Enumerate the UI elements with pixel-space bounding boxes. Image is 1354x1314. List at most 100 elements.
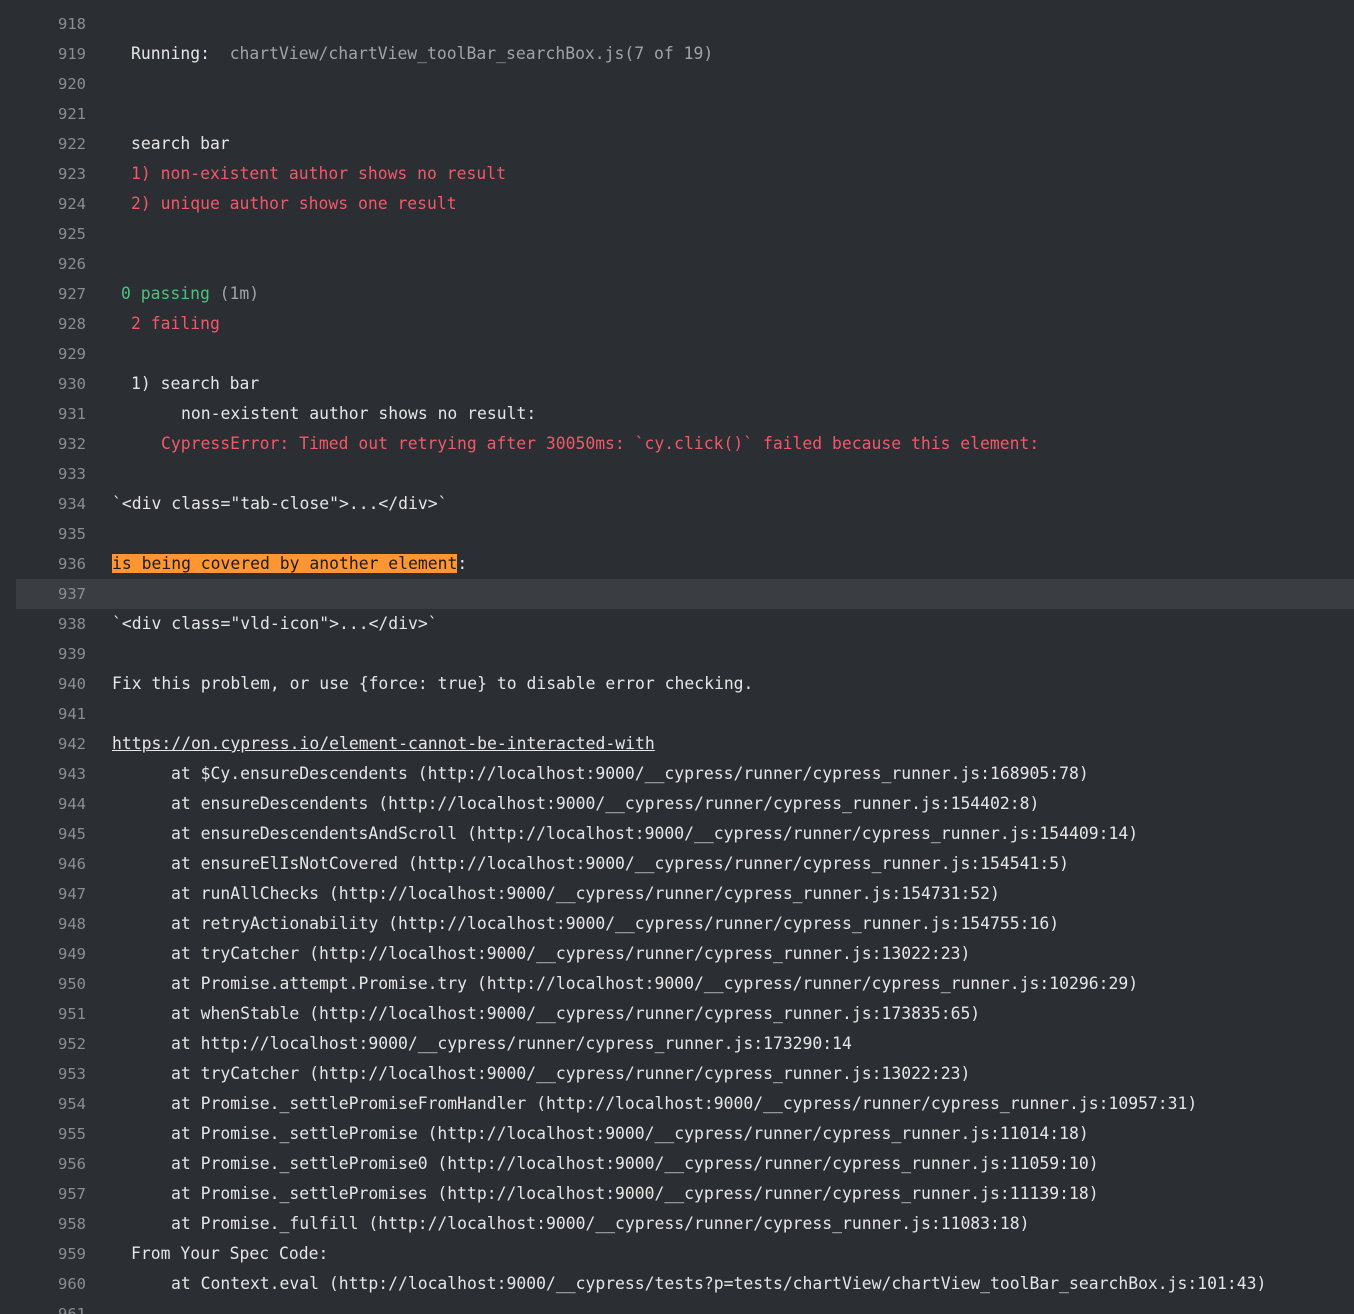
failure-header: 1) search bar [131, 374, 260, 393]
failure-test-name: non-existent author shows no result: [181, 404, 537, 423]
stack-frame: at ensureDescendentsAndScroll (http://lo… [171, 824, 1139, 843]
line-number[interactable]: 945 [58, 819, 94, 849]
log-line: 946 at ensureElIsNotCovered (http://local… [0, 849, 1354, 879]
line-number[interactable]: 953 [58, 1059, 94, 1089]
log-line: 936 is being covered by another element: [0, 549, 1354, 579]
log-line: 956 at Promise._settlePromise0 (http://lo… [0, 1149, 1354, 1179]
line-number[interactable]: 948 [58, 909, 94, 939]
line-number[interactable]: 924 [58, 189, 94, 219]
log-line: 955 at Promise._settlePromise (http://loc… [0, 1119, 1354, 1149]
line-number[interactable]: 944 [58, 789, 94, 819]
line-text: Fix this problem, or use {force: true} t… [112, 674, 754, 693]
line-text: `<div class="vld-icon">...</div>` [112, 614, 438, 633]
line-number[interactable]: 960 [58, 1269, 94, 1299]
failed-test-title: 2) unique author shows one result [131, 194, 457, 213]
line-number[interactable]: 946 [58, 849, 94, 879]
failed-test-title: 1) non-existent author shows no result [131, 164, 506, 183]
passing-duration: (1m) [209, 284, 260, 303]
line-number[interactable]: 941 [58, 699, 94, 729]
log-line: 945 at ensureDescendentsAndScroll (http:/… [0, 819, 1354, 849]
line-number[interactable]: 918 [58, 9, 94, 39]
line-number[interactable]: 938 [58, 609, 94, 639]
docs-link[interactable]: https://on.cypress.io/element-cannot-be-… [112, 729, 655, 759]
error-message: CypressError: Timed out retrying after 3… [161, 434, 1040, 453]
line-number[interactable]: 934 [58, 489, 94, 519]
line-number[interactable]: 921 [58, 99, 94, 129]
log-line: 944 at ensureDescendents (http://localhos… [0, 789, 1354, 819]
line-number[interactable]: 927 [58, 279, 94, 309]
log-line: 954 at Promise._settlePromiseFromHandler … [0, 1089, 1354, 1119]
stack-frame: at Promise._settlePromises (http://local… [171, 1184, 1099, 1203]
stack-frame: at Promise._fulfill (http://localhost:90… [171, 1214, 1030, 1233]
line-number[interactable]: 949 [58, 939, 94, 969]
line-text: is being covered by another element: [112, 549, 467, 579]
line-number[interactable]: 920 [58, 69, 94, 99]
stack-frame: at tryCatcher (http://localhost:9000/__c… [171, 944, 971, 963]
stack-frame: at $Cy.ensureDescendents (http://localho… [171, 764, 1089, 783]
ci-log-viewer: 918 919 Running: chartView/chartView_tool… [0, 0, 1354, 1314]
log-line: 919 Running: chartView/chartView_toolBar_… [0, 39, 1354, 69]
line-number[interactable]: 952 [58, 1029, 94, 1059]
log-line: 927 0 passing (1m) [0, 279, 1354, 309]
line-number[interactable]: 925 [58, 219, 94, 249]
stack-frame: at http://localhost:9000/__cypress/runne… [171, 1034, 852, 1053]
line-number[interactable]: 936 [58, 549, 94, 579]
stack-frame: at retryActionability (http://localhost:… [171, 914, 1060, 933]
log-line: 935 [0, 519, 1354, 549]
line-number[interactable]: 951 [58, 999, 94, 1029]
line-text: `<div class="tab-close">...</div>` [112, 494, 448, 513]
log-line: 947 at runAllChecks (http://localhost:900… [0, 879, 1354, 909]
line-number[interactable]: 939 [58, 639, 94, 669]
log-line: 934 `<div class="tab-close">...</div>` [0, 489, 1354, 519]
line-number[interactable]: 958 [58, 1209, 94, 1239]
line-number[interactable]: 931 [58, 399, 94, 429]
line-number[interactable]: 942 [58, 729, 94, 759]
stack-frame: at whenStable (http://localhost:9000/__c… [171, 1004, 981, 1023]
log-line: 921 [0, 99, 1354, 129]
line-number[interactable]: 933 [58, 459, 94, 489]
log-line: 928 2 failing [0, 309, 1354, 339]
line-number[interactable]: 943 [58, 759, 94, 789]
log-line-selected[interactable]: 937 [16, 579, 1354, 609]
line-number[interactable]: 926 [58, 249, 94, 279]
line-number[interactable]: 932 [58, 429, 94, 459]
line-number[interactable]: 922 [58, 129, 94, 159]
line-number[interactable]: 935 [58, 519, 94, 549]
line-number[interactable]: 955 [58, 1119, 94, 1149]
line-number[interactable]: 959 [58, 1239, 94, 1269]
line-number[interactable]: 957 [58, 1179, 94, 1209]
log-line: 923 1) non-existent author shows no resul… [0, 159, 1354, 189]
log-line: 957 at Promise._settlePromises (http://lo… [0, 1179, 1354, 1209]
log-line: 958 at Promise._fulfill (http://localhost… [0, 1209, 1354, 1239]
stack-frame: at ensureElIsNotCovered (http://localhos… [171, 854, 1069, 873]
line-number[interactable]: 937 [58, 579, 94, 609]
log-line: 924 2) unique author shows one result [0, 189, 1354, 219]
running-label: Running: [131, 44, 230, 63]
line-number[interactable]: 954 [58, 1089, 94, 1119]
log-line: 960 at Context.eval (http://localhost:900… [0, 1269, 1354, 1299]
log-line: 941 [0, 699, 1354, 729]
log-line: 933 [0, 459, 1354, 489]
line-number[interactable]: 928 [58, 309, 94, 339]
spec-code-header: From Your Spec Code: [131, 1244, 329, 1263]
log-line: 950 at Promise.attempt.Promise.try (http:… [0, 969, 1354, 999]
stack-frame: at runAllChecks (http://localhost:9000/_… [171, 884, 1000, 903]
log-line: 932 CypressError: Timed out retrying afte… [0, 429, 1354, 459]
line-number[interactable]: 930 [58, 369, 94, 399]
line-number[interactable]: 950 [58, 969, 94, 999]
passing-count: 0 passing [121, 284, 210, 303]
log-line: 925 [0, 219, 1354, 249]
line-number[interactable]: 923 [58, 159, 94, 189]
log-line: 929 [0, 339, 1354, 369]
line-number[interactable]: 940 [58, 669, 94, 699]
stack-frame: at Context.eval (http://localhost:9000/_… [171, 1274, 1267, 1293]
spec-file-name: chartView/chartView_toolBar_searchBox.js [229, 44, 625, 63]
line-number[interactable]: 919 [58, 39, 94, 69]
log-line: 920 [0, 69, 1354, 99]
log-line: 949 at tryCatcher (http://localhost:9000/… [0, 939, 1354, 969]
line-number[interactable]: 929 [58, 339, 94, 369]
line-number[interactable]: 956 [58, 1149, 94, 1179]
line-number[interactable]: 947 [58, 879, 94, 909]
log-line: 951 at whenStable (http://localhost:9000/… [0, 999, 1354, 1029]
line-number[interactable]: 961 [58, 1299, 94, 1314]
